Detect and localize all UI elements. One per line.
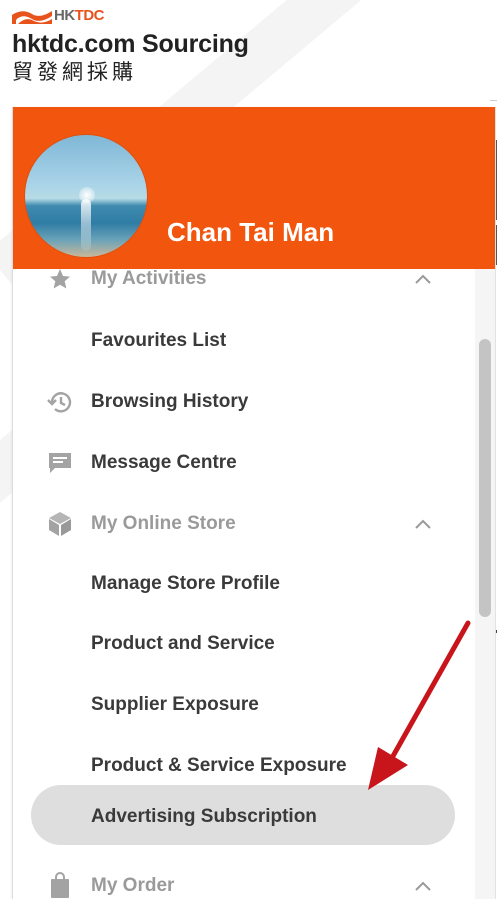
menu-label: Message Centre [91, 452, 237, 473]
menu-label: My Order [91, 875, 175, 896]
menu-label: Browsing History [91, 391, 249, 412]
profile-header: Chan Tai Man [13, 107, 495, 269]
avatar-photo-reflection [81, 199, 91, 251]
brand-header: HKTDC hktdc.com Sourcing 貿發網採購 [12, 6, 249, 86]
menu-label: Supplier Exposure [91, 694, 259, 715]
menu-label: Advertising Subscription [91, 806, 317, 827]
avatar[interactable] [25, 135, 147, 257]
hktdc-logo-icon [12, 11, 52, 24]
scrollbar-thumb[interactable] [479, 339, 491, 617]
menu-item-manage-store-profile[interactable]: Manage Store Profile [13, 564, 475, 604]
user-name: Chan Tai Man [167, 217, 335, 247]
menu-item-message-centre[interactable]: Message Centre [13, 443, 475, 483]
menu-label: My Activities [91, 268, 207, 289]
menu-label: My Online Store [91, 513, 236, 534]
annotation-arrow-icon [368, 620, 471, 790]
hktdc-logo[interactable]: HKTDC [12, 6, 249, 26]
menu-label: Product & Service Exposure [91, 755, 347, 776]
menu-section-my-online-store[interactable]: My Online Store [13, 504, 475, 544]
chevron-up-icon[interactable] [413, 517, 433, 531]
box-icon [45, 509, 75, 539]
site-title: hktdc.com Sourcing [12, 30, 249, 58]
menu-section-my-order[interactable]: My Order [13, 866, 475, 899]
history-icon [45, 387, 75, 417]
menu-label: Manage Store Profile [91, 573, 280, 594]
menu-item-browsing-history[interactable]: Browsing History [13, 382, 475, 422]
chevron-up-icon[interactable] [413, 272, 433, 286]
site-title-chinese: 貿發網採購 [12, 60, 137, 84]
menu-item-advertising-subscription[interactable]: Advertising Subscription [13, 797, 475, 837]
menu-label: Favourites List [91, 330, 227, 351]
shopping-bag-icon [45, 871, 75, 899]
chevron-up-icon[interactable] [413, 879, 433, 893]
menu-label: Product and Service [91, 633, 275, 654]
menu-item-favourites-list[interactable]: Favourites List [13, 321, 475, 361]
message-icon [45, 448, 75, 478]
logo-text: HKTDC [54, 7, 105, 24]
